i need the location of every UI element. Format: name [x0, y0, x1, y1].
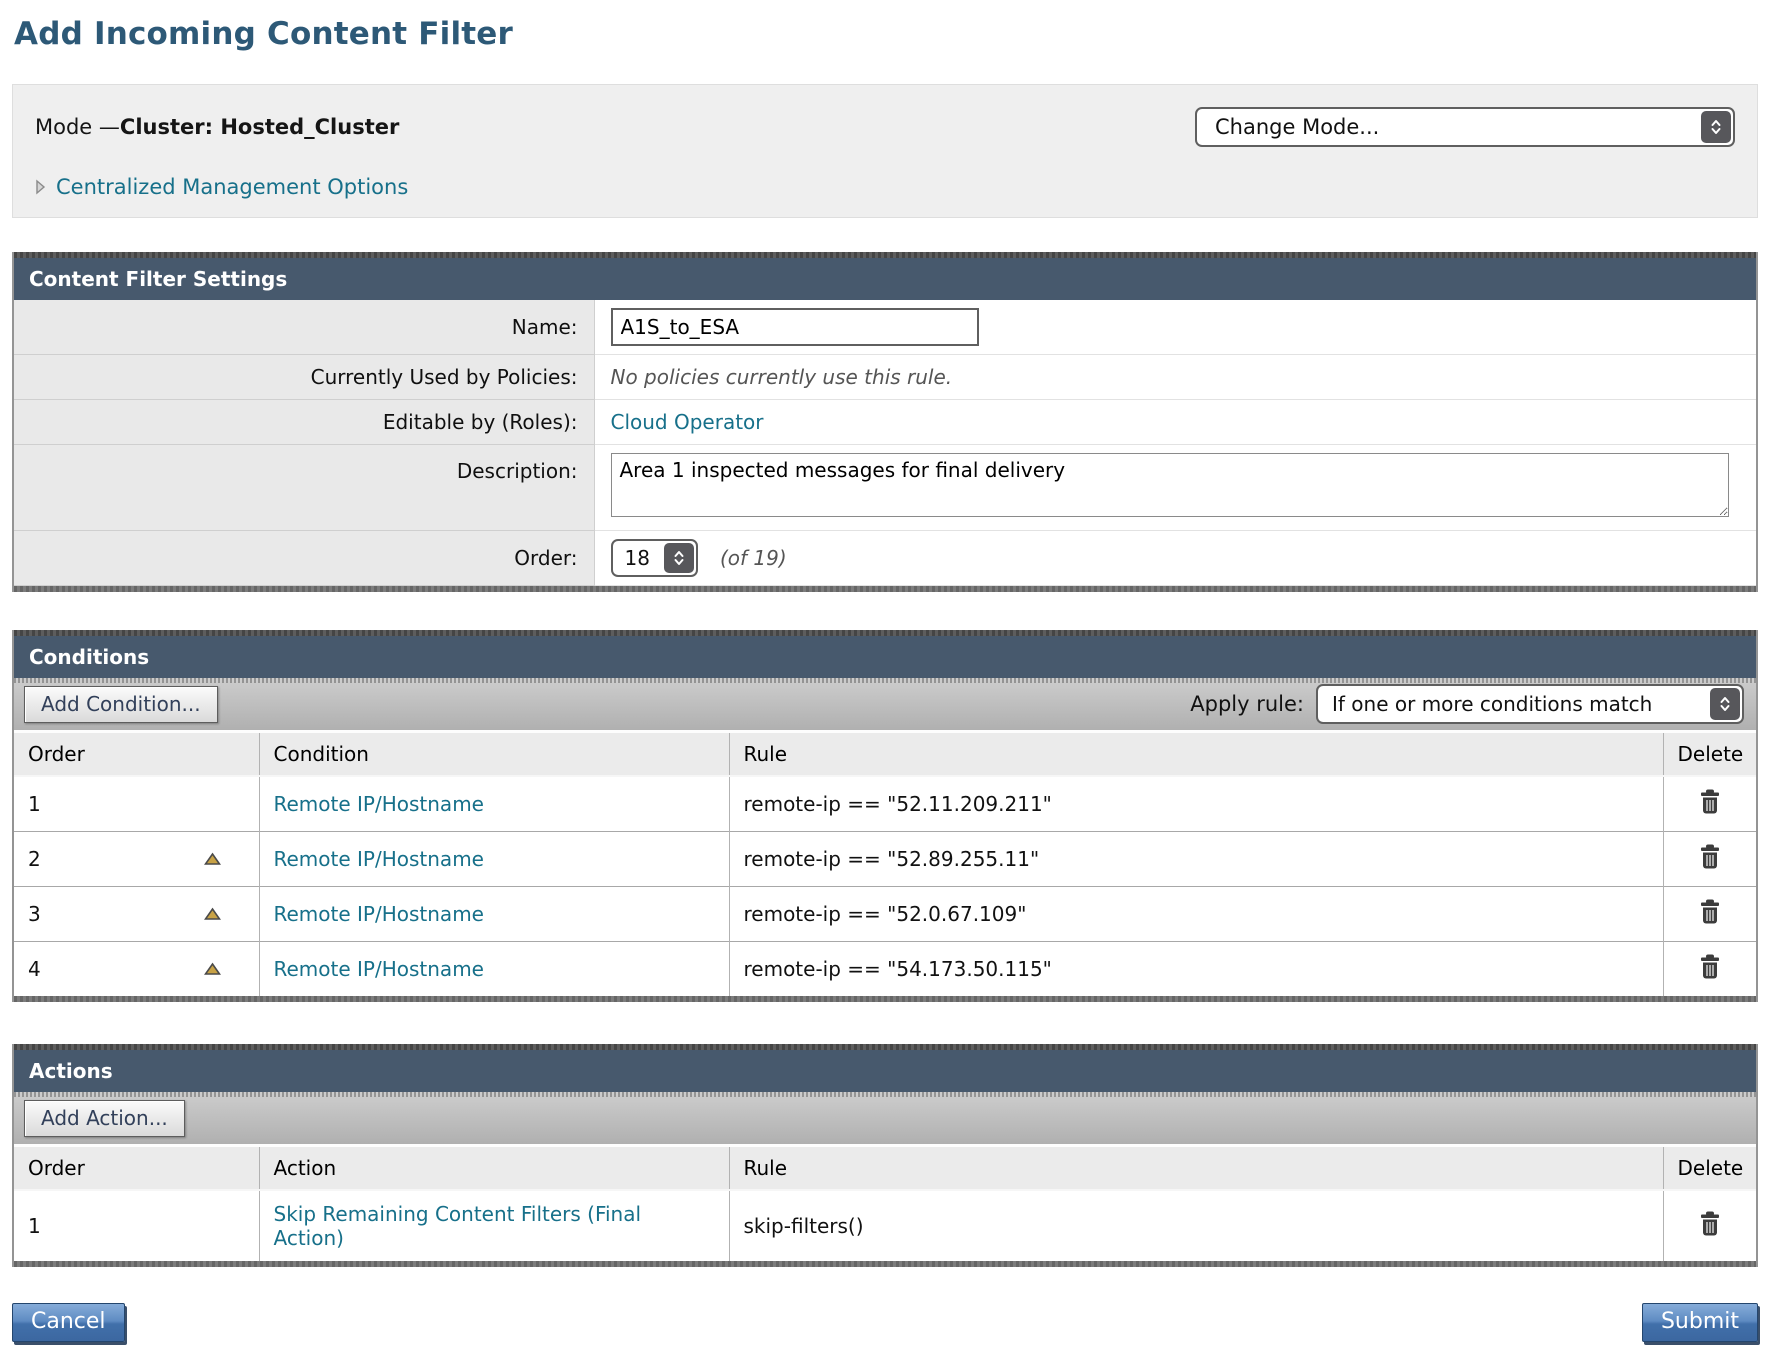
mode-text: Mode —Cluster: Hosted_Cluster — [35, 115, 399, 139]
col-delete: Delete — [1663, 732, 1756, 777]
change-mode-selected-value: Change Mode... — [1197, 109, 1393, 145]
name-label: Name: — [14, 300, 594, 355]
apply-rule-group: Apply rule: If one or more conditions ma… — [1190, 684, 1744, 724]
trash-icon — [1698, 1225, 1722, 1240]
col-action: Action — [259, 1146, 729, 1191]
policies-row: Currently Used by Policies: No policies … — [14, 355, 1756, 400]
panel-bottom-edge — [14, 1261, 1756, 1267]
content-filter-settings-panel: Content Filter Settings Name: Currently … — [12, 252, 1758, 592]
condition-link[interactable]: Remote IP/Hostname — [274, 792, 484, 816]
select-arrows-icon — [1710, 688, 1740, 720]
panel-bottom-edge — [14, 586, 1756, 592]
condition-rule: remote-ip == "54.173.50.115" — [729, 942, 1663, 997]
col-rule: Rule — [729, 732, 1663, 777]
condition-row: 3 Remote IP/Hostname remote-ip == "52.0.… — [14, 887, 1756, 942]
col-order: Order — [14, 1146, 259, 1191]
name-row: Name: — [14, 300, 1756, 355]
condition-rule: remote-ip == "52.89.255.11" — [729, 832, 1663, 887]
mode-label: Mode — — [35, 115, 120, 139]
move-up-icon[interactable] — [204, 853, 221, 866]
add-condition-button[interactable]: Add Condition... — [24, 686, 218, 723]
select-arrows-icon — [1701, 111, 1731, 143]
condition-rule: remote-ip == "52.11.209.211" — [729, 776, 1663, 832]
delete-condition-button[interactable] — [1698, 953, 1722, 980]
policies-label: Currently Used by Policies: — [14, 355, 594, 400]
col-condition: Condition — [259, 732, 729, 777]
delete-condition-button[interactable] — [1698, 788, 1722, 815]
condition-row: 1 Remote IP/Hostname remote-ip == "52.11… — [14, 776, 1756, 832]
description-label: Description: — [14, 445, 594, 531]
condition-link[interactable]: Remote IP/Hostname — [274, 847, 484, 871]
panel-bottom-edge — [14, 996, 1756, 1002]
trash-icon — [1698, 803, 1722, 818]
col-rule: Rule — [729, 1146, 1663, 1191]
conditions-table: Order Condition Rule Delete 1 Remote IP/… — [14, 730, 1756, 996]
disclosure-triangle-icon[interactable] — [35, 179, 46, 195]
action-row: 1 Skip Remaining Content Filters (Final … — [14, 1190, 1756, 1261]
action-link[interactable]: Skip Remaining Content Filters (Final Ac… — [274, 1202, 642, 1250]
condition-order: 2 — [14, 832, 259, 887]
apply-rule-label: Apply rule: — [1190, 692, 1304, 716]
cancel-button[interactable]: Cancel — [12, 1303, 125, 1342]
centralized-management-link[interactable]: Centralized Management Options — [56, 175, 408, 199]
action-order: 1 — [14, 1190, 259, 1261]
delete-condition-button[interactable] — [1698, 843, 1722, 870]
delete-action-button[interactable] — [1698, 1210, 1722, 1237]
settings-section-header: Content Filter Settings — [14, 258, 1756, 300]
centralized-management-row: Centralized Management Options — [35, 175, 1735, 199]
footer: Cancel Submit — [12, 1303, 1758, 1342]
condition-row: 2 Remote IP/Hostname remote-ip == "52.89… — [14, 832, 1756, 887]
conditions-toolbar: Add Condition... Apply rule: If one or m… — [14, 678, 1756, 730]
select-arrows-icon — [664, 543, 694, 573]
trash-icon — [1698, 858, 1722, 873]
actions-panel: Actions Add Action... Order Action Rule … — [12, 1044, 1758, 1267]
trash-icon — [1698, 913, 1722, 928]
actions-toolbar: Add Action... — [14, 1092, 1756, 1144]
mode-row: Mode —Cluster: Hosted_Cluster Change Mod… — [35, 107, 1735, 147]
order-row: Order: 18 (of 19) — [14, 531, 1756, 586]
mode-panel: Mode —Cluster: Hosted_Cluster Change Mod… — [12, 84, 1758, 218]
conditions-header-row: Order Condition Rule Delete — [14, 732, 1756, 777]
action-rule: skip-filters() — [729, 1190, 1663, 1261]
apply-rule-select[interactable]: If one or more conditions match — [1316, 684, 1744, 724]
condition-order: 1 — [14, 776, 259, 832]
order-total: (of 19) — [720, 546, 787, 570]
editable-row: Editable by (Roles): Cloud Operator — [14, 400, 1756, 445]
editable-roles-link[interactable]: Cloud Operator — [611, 410, 764, 434]
order-selected-value: 18 — [613, 541, 662, 575]
editable-label: Editable by (Roles): — [14, 400, 594, 445]
apply-rule-selected-value: If one or more conditions match — [1318, 686, 1666, 722]
settings-form: Name: Currently Used by Policies: No pol… — [14, 300, 1756, 586]
name-input[interactable] — [611, 308, 979, 346]
mode-value: Cluster: Hosted_Cluster — [120, 115, 399, 139]
page-title: Add Incoming Content Filter — [14, 16, 1758, 52]
col-delete: Delete — [1663, 1146, 1756, 1191]
trash-icon — [1698, 968, 1722, 983]
move-up-icon[interactable] — [204, 908, 221, 921]
order-select[interactable]: 18 — [611, 539, 698, 577]
add-action-button[interactable]: Add Action... — [24, 1100, 185, 1137]
actions-header-row: Order Action Rule Delete — [14, 1146, 1756, 1191]
actions-section-header: Actions — [14, 1050, 1756, 1092]
move-up-icon[interactable] — [204, 963, 221, 976]
conditions-section-header: Conditions — [14, 636, 1756, 678]
conditions-panel: Conditions Add Condition... Apply rule: … — [12, 630, 1758, 1002]
submit-button[interactable]: Submit — [1642, 1303, 1758, 1342]
condition-link[interactable]: Remote IP/Hostname — [274, 957, 484, 981]
description-textarea[interactable]: Area 1 inspected messages for final deli… — [611, 453, 1729, 517]
condition-order: 4 — [14, 942, 259, 997]
order-label: Order: — [14, 531, 594, 586]
page: Add Incoming Content Filter Mode —Cluste… — [0, 0, 1770, 1362]
condition-rule: remote-ip == "52.0.67.109" — [729, 887, 1663, 942]
change-mode-select[interactable]: Change Mode... — [1195, 107, 1735, 147]
col-order: Order — [14, 732, 259, 777]
actions-table: Order Action Rule Delete 1 Skip Remainin… — [14, 1144, 1756, 1261]
policies-value: No policies currently use this rule. — [611, 365, 953, 389]
condition-order: 3 — [14, 887, 259, 942]
description-row: Description: Area 1 inspected messages f… — [14, 445, 1756, 531]
condition-link[interactable]: Remote IP/Hostname — [274, 902, 484, 926]
condition-row: 4 Remote IP/Hostname remote-ip == "54.17… — [14, 942, 1756, 997]
delete-condition-button[interactable] — [1698, 898, 1722, 925]
